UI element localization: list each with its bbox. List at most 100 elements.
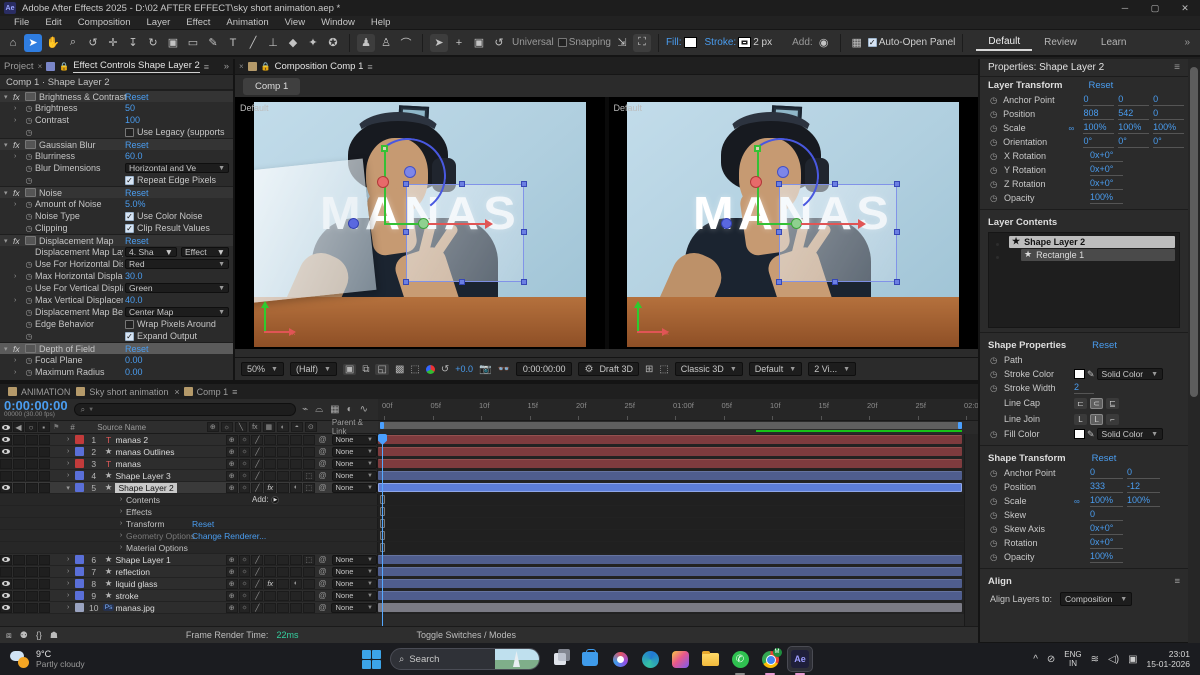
tab-close-icon[interactable]: ×	[174, 387, 179, 397]
3d-layer-switch[interactable]	[303, 447, 315, 457]
expand-arrow-icon[interactable]: ›	[63, 448, 73, 455]
property-dropdown[interactable]: Horizontal and Ve▼	[125, 163, 229, 173]
layer-row-manas-outlines[interactable]: ›2★manas Outlines⊕☼╱@None▼	[0, 446, 978, 458]
timeline-ruler[interactable]: 00f05f10f15f20f25f01:00f05f10f15f20f25f0…	[378, 399, 978, 420]
menu-layer[interactable]: Layer	[139, 17, 179, 28]
label-color-chip[interactable]	[75, 447, 84, 456]
stopwatch-icon[interactable]: ◷	[990, 510, 1004, 521]
quality-switch[interactable]: ╱	[251, 579, 263, 589]
property-checkbox[interactable]	[125, 320, 134, 329]
layer-graph-track[interactable]	[378, 482, 978, 493]
3d-layer-switch[interactable]	[303, 435, 315, 445]
snapping-checkbox[interactable]	[558, 38, 567, 47]
gizmo-y-axis[interactable]	[384, 152, 386, 224]
property-value[interactable]: 60.0	[125, 151, 143, 161]
frame-blend-switch[interactable]	[277, 591, 289, 601]
eyedropper-icon[interactable]: ✎	[1087, 429, 1095, 440]
parent-dropdown[interactable]: None▼	[331, 603, 376, 613]
layer-name[interactable]: manas Outlines	[115, 447, 225, 457]
pixel-aspect-icon[interactable]: ⬚	[410, 364, 419, 375]
parent-dropdown[interactable]: None▼	[332, 579, 377, 589]
fx-switch-empty[interactable]	[264, 567, 276, 577]
property-value[interactable]: 5.0%	[125, 199, 146, 209]
tab-composition[interactable]: Composition Comp 1	[275, 61, 364, 73]
timeline-tab-comp-1[interactable]: ×Comp 1≡	[174, 387, 237, 397]
gizmo-red-handle[interactable]	[750, 176, 762, 188]
channel-icon[interactable]	[426, 365, 435, 374]
stopwatch-icon[interactable]: ◷	[23, 272, 35, 281]
clone-stamp-tool[interactable]: ⊥	[264, 34, 282, 52]
renderer-dropdown[interactable]: Classic 3D▼	[675, 362, 743, 376]
snap-options-icon[interactable]: ⇲	[613, 34, 631, 52]
video-toggle[interactable]	[0, 435, 12, 445]
expand-caret-icon[interactable]: ›	[14, 273, 23, 280]
property-value[interactable]: 100%	[1118, 122, 1149, 134]
anchor-switch[interactable]: ⊕	[226, 567, 238, 577]
layer-duration-bar[interactable]	[378, 591, 962, 600]
timeline-tab-animation[interactable]: ANIMATION	[8, 387, 70, 397]
home-icon[interactable]: ⌂	[4, 34, 22, 52]
comp-breadcrumb-chip[interactable]: Comp 1	[243, 78, 300, 95]
fx-switch-empty[interactable]	[264, 555, 276, 565]
stopwatch-icon[interactable]: ◷	[990, 193, 1004, 204]
gizmo-red-handle[interactable]	[377, 176, 389, 188]
current-timecode[interactable]: 0:00:00:00	[4, 401, 68, 411]
ground-plane-icon[interactable]: ⬚	[659, 364, 668, 375]
parent-pickwhip-icon[interactable]: @	[316, 567, 330, 576]
taskbar-app-chrome[interactable]: M	[758, 647, 782, 671]
label-color-chip[interactable]	[75, 483, 84, 492]
taskbar-app-whatsapp[interactable]: ✆	[728, 647, 752, 671]
anchor-switch[interactable]: ⊕	[226, 555, 238, 565]
parent-pickwhip-icon[interactable]: @	[316, 579, 330, 588]
expand-layers-icon[interactable]: {}	[36, 630, 42, 640]
stopwatch-icon[interactable]: ◷	[23, 224, 35, 233]
parent-pickwhip-icon[interactable]: @	[316, 459, 330, 468]
stopwatch-icon[interactable]: ◷	[23, 296, 35, 305]
anchor-switch[interactable]: ⊕	[226, 579, 238, 589]
layer-graph-track[interactable]	[378, 434, 978, 445]
eraser-tool[interactable]: ◆	[284, 34, 302, 52]
property-value[interactable]: 100%	[1090, 495, 1123, 507]
selection-handle[interactable]	[894, 279, 900, 285]
lock-toggle[interactable]	[39, 483, 51, 493]
parent-dropdown[interactable]: None▼	[332, 591, 377, 601]
fx-switch-empty[interactable]	[264, 447, 276, 457]
property-value[interactable]: 0	[1153, 94, 1184, 106]
parent-pickwhip-icon[interactable]: @	[316, 591, 330, 600]
quality-switch[interactable]: ╱	[251, 603, 263, 613]
frame-blend-switch[interactable]	[277, 435, 289, 445]
butt-cap-button[interactable]: ⊏	[1074, 398, 1087, 409]
motion-blur-switch[interactable]	[290, 471, 302, 481]
rotation-tool[interactable]: ↻	[144, 34, 162, 52]
views-dropdown[interactable]: 2 Vi...▼	[808, 362, 856, 376]
menu-animation[interactable]: Animation	[218, 17, 276, 28]
grid-guides-icon[interactable]: ▣	[343, 364, 356, 375]
motion-blur-switch[interactable]	[290, 603, 302, 613]
workspace-overflow-icon[interactable]: »	[1184, 37, 1200, 48]
effect-group-noise[interactable]: ▾fxNoiseReset	[0, 186, 233, 198]
menu-file[interactable]: File	[6, 17, 37, 28]
menu-edit[interactable]: Edit	[37, 17, 69, 28]
motion-blur-icon[interactable]: ◐	[347, 404, 353, 415]
3d-layer-switch[interactable]: ⬚	[303, 483, 315, 493]
magnification-dropdown[interactable]: 50%▼	[241, 362, 284, 376]
stopwatch-icon[interactable]: ◷	[23, 116, 35, 125]
fx-switch-empty[interactable]	[264, 459, 276, 469]
menu-view[interactable]: View	[277, 17, 313, 28]
parent-pickwhip-icon[interactable]: @	[316, 555, 330, 564]
label-color-chip[interactable]	[75, 471, 84, 480]
maximize-button[interactable]: ▢	[1140, 0, 1170, 16]
stopwatch-icon[interactable]: ◷	[990, 552, 1004, 563]
label-color-chip[interactable]	[75, 459, 84, 468]
taskbar-search[interactable]: ⌕ Search	[390, 648, 540, 670]
add-shape-control[interactable]: Add:▶	[252, 495, 279, 504]
fill-swatch[interactable]	[684, 37, 697, 48]
lock-toggle[interactable]	[39, 603, 51, 613]
expand-caret-icon[interactable]: ›	[14, 105, 23, 112]
timeline-search-input[interactable]: ⌕▼	[74, 403, 297, 416]
property-group-label[interactable]: Geometry Options	[126, 531, 195, 541]
solo-toggle[interactable]	[26, 591, 38, 601]
3d-layer-switch[interactable]: ⬚	[303, 555, 315, 565]
solo-toggle[interactable]	[26, 555, 38, 565]
show-snapshot-icon[interactable]: 👓	[497, 364, 509, 375]
